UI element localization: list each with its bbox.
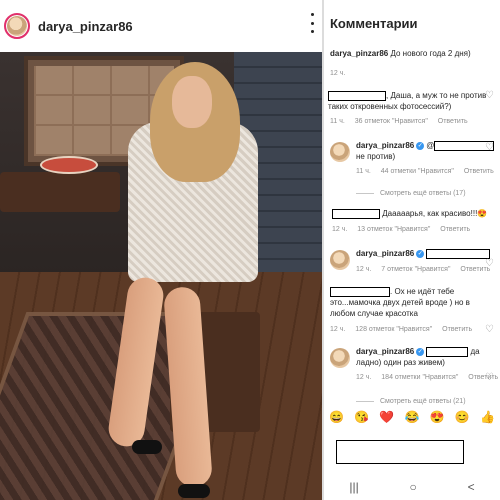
comment-4-likes[interactable]: 7 отметок "Нравится" (381, 266, 450, 273)
comment-4-username[interactable]: darya_pinzar86 (356, 249, 414, 258)
thumbs-up-emoji-icon[interactable]: 👍 (480, 410, 495, 424)
home-icon[interactable]: ○ (410, 480, 417, 494)
photo-table (0, 172, 120, 212)
comment-1-time: 11 ч. (330, 118, 345, 125)
comments-header: Комментарии (310, 0, 500, 46)
comment-2-reply[interactable]: Ответить (464, 168, 494, 175)
like-heart-icon[interactable]: ♡ (485, 324, 494, 335)
photo-shoe-right (178, 484, 210, 498)
recent-apps-icon[interactable]: ||| (349, 480, 358, 494)
verified-icon: ✓ (416, 249, 425, 258)
post-panel: darya_pinzar86 (0, 0, 322, 500)
comment-input[interactable] (336, 440, 464, 464)
comment-5-likes[interactable]: 128 отметок "Нравится" (355, 326, 432, 333)
comment-3-reply[interactable]: Ответить (440, 226, 470, 233)
comment-6-likes[interactable]: 184 отметки "Нравится" (381, 374, 458, 381)
comment-6-username[interactable]: darya_pinzar86 (356, 347, 414, 356)
comments-title: Комментарии (330, 15, 418, 31)
heart-emoji-icon[interactable]: ❤️ (379, 410, 394, 424)
redacted-username (328, 90, 386, 101)
post-photo[interactable] (0, 52, 322, 500)
comment-6-time: 12 ч. (356, 374, 372, 381)
emoji-quick-bar: 😄 😘 ❤️ 😂 😍 😊 👍 (324, 406, 500, 428)
like-heart-icon[interactable]: ♡ (485, 372, 494, 383)
redacted-username (330, 286, 390, 297)
author-avatar[interactable] (330, 348, 350, 368)
view-more-replies-17[interactable]: Смотреть ещё ответы (17) (356, 188, 466, 199)
caption-text: До нового года 2 дня) (390, 49, 471, 58)
redacted-username (332, 208, 380, 219)
comment-1-likes[interactable]: 36 отметок "Нравится" (355, 118, 428, 125)
redacted-mention (426, 346, 469, 357)
author-avatar[interactable] (330, 142, 350, 162)
comments-panel: Комментарии darya_pinzar86 До нового год… (310, 0, 500, 500)
kiss-emoji-icon[interactable]: 😘 (354, 410, 369, 424)
grin-emoji-icon[interactable]: 😄 (329, 410, 344, 424)
heart-eyes-emoji-icon: 😍 (477, 209, 488, 218)
photo-plate (40, 156, 98, 174)
comment-2-text: не против) (356, 152, 396, 161)
caption-username[interactable]: darya_pinzar86 (330, 49, 388, 58)
comment-2-username[interactable]: darya_pinzar86 (356, 141, 414, 150)
back-icon[interactable]: < (468, 480, 475, 494)
comment-3-likes[interactable]: 13 отметок "Нравится" (357, 226, 430, 233)
caption-time: 12 ч. (330, 70, 346, 77)
comment-5-reply[interactable]: Ответить (442, 326, 472, 333)
post-author-avatar[interactable] (4, 13, 30, 39)
like-heart-icon[interactable]: ♡ (485, 258, 494, 269)
photo-face (172, 76, 212, 128)
verified-icon: ✓ (416, 141, 425, 150)
comment-5-time: 12 ч. (330, 326, 346, 333)
comment-2-likes[interactable]: 44 отметки "Нравится" (381, 168, 454, 175)
smile-emoji-icon[interactable]: 😊 (455, 410, 470, 424)
comment-4-time: 12 ч. (356, 266, 372, 273)
redacted-mention (426, 248, 491, 259)
comment-3-time: 12 ч. (332, 226, 348, 233)
comment-3-text: Дааааарья, как красиво!!! (382, 209, 478, 218)
comment-2-mention-prefix: @ (426, 141, 435, 150)
verified-icon: ✓ (416, 347, 425, 356)
comment-2-time: 11 ч. (356, 168, 371, 175)
post-author-username[interactable]: darya_pinzar86 (38, 19, 133, 34)
laugh-emoji-icon[interactable]: 😂 (405, 410, 420, 424)
like-heart-icon[interactable]: ♡ (485, 90, 494, 101)
post-header: darya_pinzar86 (0, 0, 322, 52)
heart-eyes-emoji-icon[interactable]: 😍 (430, 410, 445, 424)
author-avatar[interactable] (330, 250, 350, 270)
comment-1-reply[interactable]: Ответить (438, 118, 468, 125)
more-options-icon[interactable] (308, 13, 316, 33)
like-heart-icon[interactable]: ♡ (485, 142, 494, 153)
android-nav-bar: ||| ○ < (324, 474, 500, 500)
photo-shoe-left (132, 440, 162, 454)
